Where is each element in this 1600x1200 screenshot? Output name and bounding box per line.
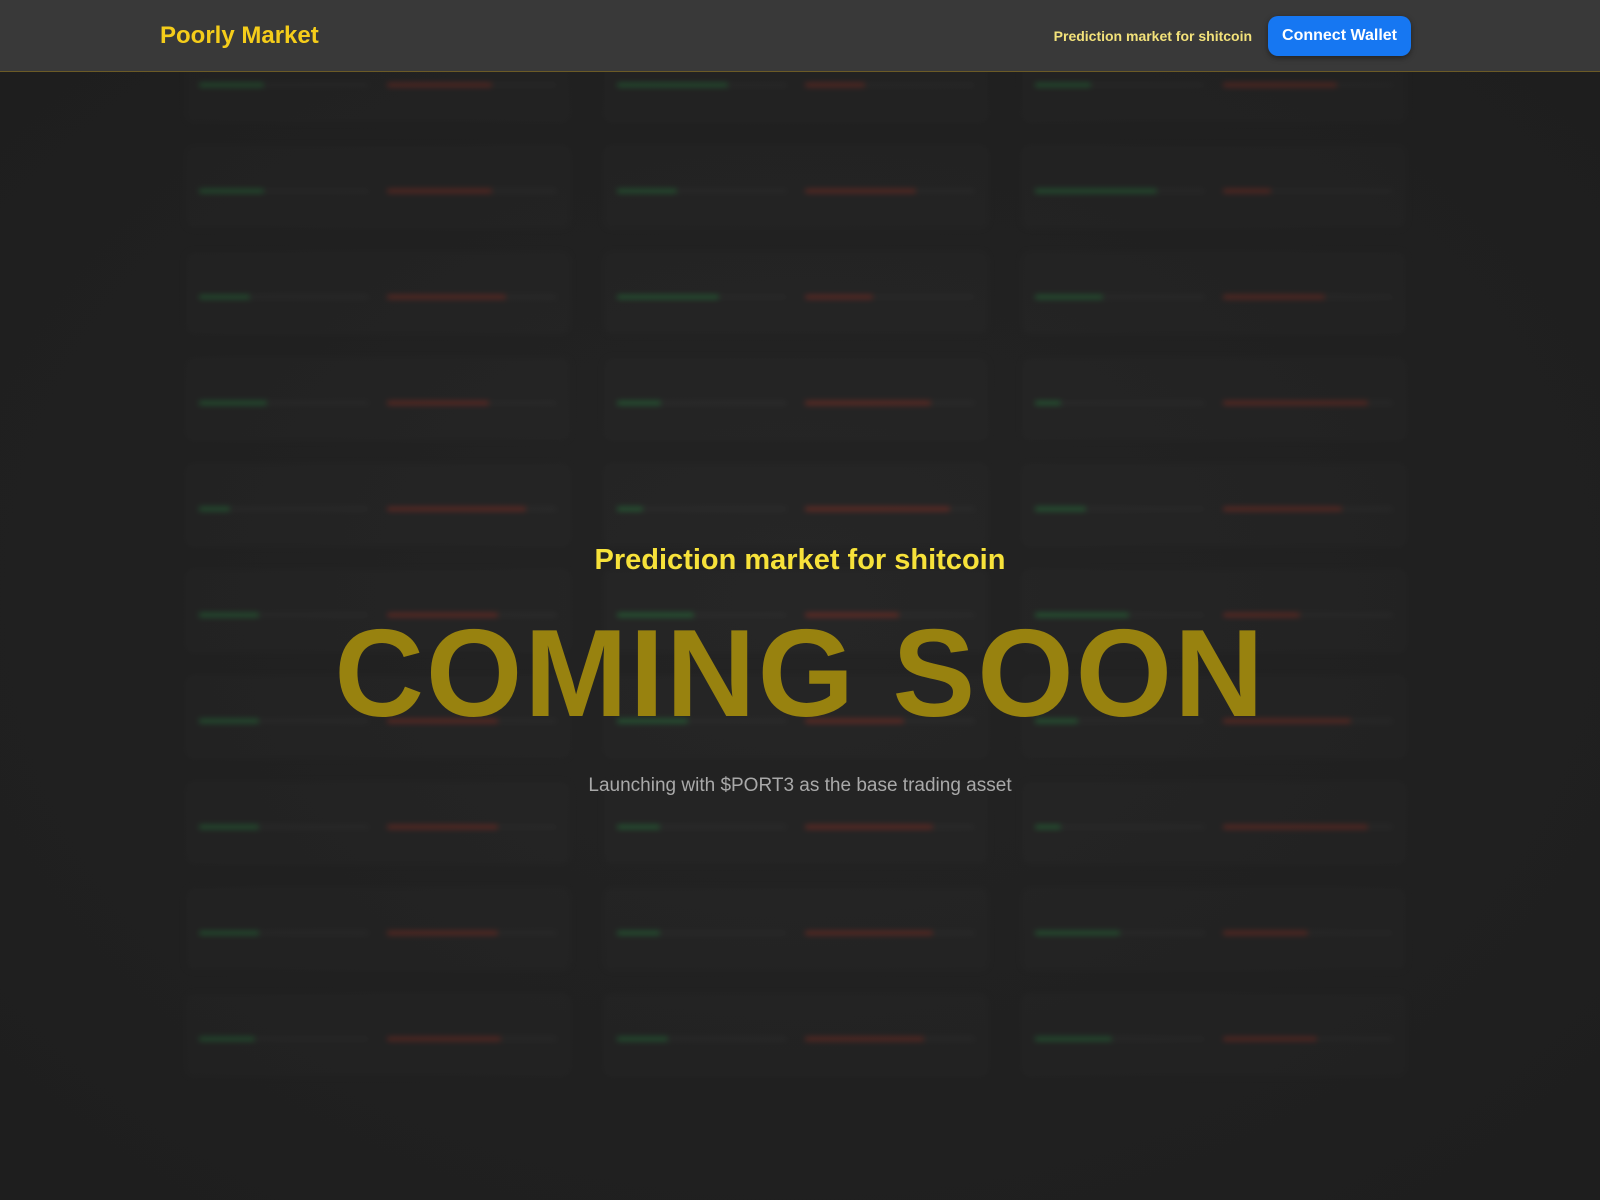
overlay-shade [0, 0, 1600, 1200]
connect-wallet-button[interactable]: Connect Wallet [1268, 15, 1411, 56]
coming-soon-title: COMING SOON [334, 605, 1266, 743]
hero-subtitle: Launching with $PORT3 as the base tradin… [588, 775, 1012, 796]
top-navbar: Poorly Market Prediction market for shit… [0, 0, 1600, 72]
brand-logo[interactable]: Poorly Market [160, 22, 319, 50]
navbar-tagline: Prediction market for shitcoin [1053, 27, 1253, 44]
navbar-right: Prediction market for shitcoin Connect W… [1053, 15, 1411, 56]
hero-tagline: Prediction market for shitcoin [594, 544, 1006, 576]
